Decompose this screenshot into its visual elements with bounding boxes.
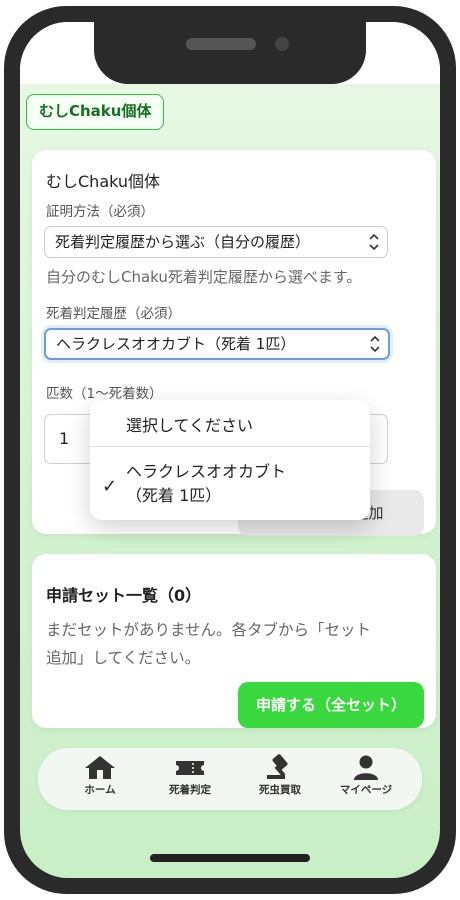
- bottom-nav: ホーム 死着判定 死虫買取 マイページ: [38, 748, 422, 810]
- nav-mypage[interactable]: マイページ: [326, 754, 406, 797]
- dropdown-option-placeholder[interactable]: 選択してください: [126, 412, 253, 436]
- nav-home-label: ホーム: [84, 784, 116, 796]
- history-dropdown-menu: 選択してください ✓ ヘラクレスオオカブト （死着 1匹）: [90, 400, 370, 520]
- home-indicator: [150, 854, 310, 862]
- empty-message: まだセットがありません。各タブから「セット 追加」してください。: [46, 616, 426, 672]
- camera: [275, 37, 289, 51]
- dropdown-option-selected-line2: （死着 1匹）: [126, 486, 222, 505]
- home-icon: [60, 754, 140, 780]
- history-label: 死着判定履歴（必須）: [46, 306, 181, 322]
- app-tag[interactable]: むしChaku個体: [26, 94, 165, 130]
- phone-frame: むしChaku個体 むしChaku個体 証明方法（必須） 死着判定履歴から選ぶ（…: [4, 6, 456, 894]
- app-screen: むしChaku個体 むしChaku個体 証明方法（必須） 死着判定履歴から選ぶ（…: [20, 22, 440, 878]
- nav-buyback[interactable]: 死虫買取: [240, 754, 320, 797]
- history-select-value: ヘラクレスオオカブト（死着 1匹）: [56, 335, 296, 353]
- set-list-card: 申請セット一覧（0） まだセットがありません。各タブから「セット 追加」してくだ…: [32, 554, 436, 728]
- checkmark-icon: ✓: [102, 476, 118, 497]
- nav-judge[interactable]: 死着判定: [150, 754, 230, 797]
- select-arrow-icon: [370, 330, 380, 368]
- nav-mypage-label: マイページ: [339, 784, 393, 796]
- set-list-title: 申請セット一覧（0）: [46, 586, 202, 605]
- status-bar: [20, 22, 440, 84]
- select-arrow-icon: [369, 227, 379, 268]
- method-label: 証明方法（必須）: [46, 204, 154, 220]
- empty-message-line1: まだセットがありません。各タブから「セット: [46, 621, 372, 639]
- method-select-value: 死着判定履歴から選ぶ（自分の履歴）: [55, 233, 311, 251]
- nav-judge-label: 死着判定: [169, 784, 211, 796]
- dropdown-option-selected-line1: ヘラクレスオオカブト: [126, 462, 287, 481]
- dropdown-divider: [90, 446, 370, 447]
- nav-home[interactable]: ホーム: [60, 754, 140, 797]
- nav-buyback-label: 死虫買取: [259, 784, 301, 796]
- user-icon: [326, 754, 406, 780]
- form-title: むしChaku個体: [46, 172, 161, 191]
- dropdown-option-selected[interactable]: ヘラクレスオオカブト （死着 1匹）: [126, 460, 356, 508]
- ticket-icon: [150, 754, 230, 780]
- qty-label: 匹数（1〜死着数）: [46, 386, 163, 402]
- gavel-icon: [240, 754, 320, 780]
- history-select[interactable]: ヘラクレスオオカブト（死着 1匹）: [44, 328, 390, 360]
- method-help-text: 自分のむしChaku死着判定履歴から選べます。: [46, 268, 362, 286]
- empty-message-line2: 追加」してください。: [46, 649, 201, 667]
- submit-all-button[interactable]: 申請する（全セット）: [238, 682, 424, 728]
- notch: [94, 22, 366, 84]
- method-select[interactable]: 死着判定履歴から選ぶ（自分の履歴）: [44, 226, 388, 258]
- speaker: [186, 38, 256, 50]
